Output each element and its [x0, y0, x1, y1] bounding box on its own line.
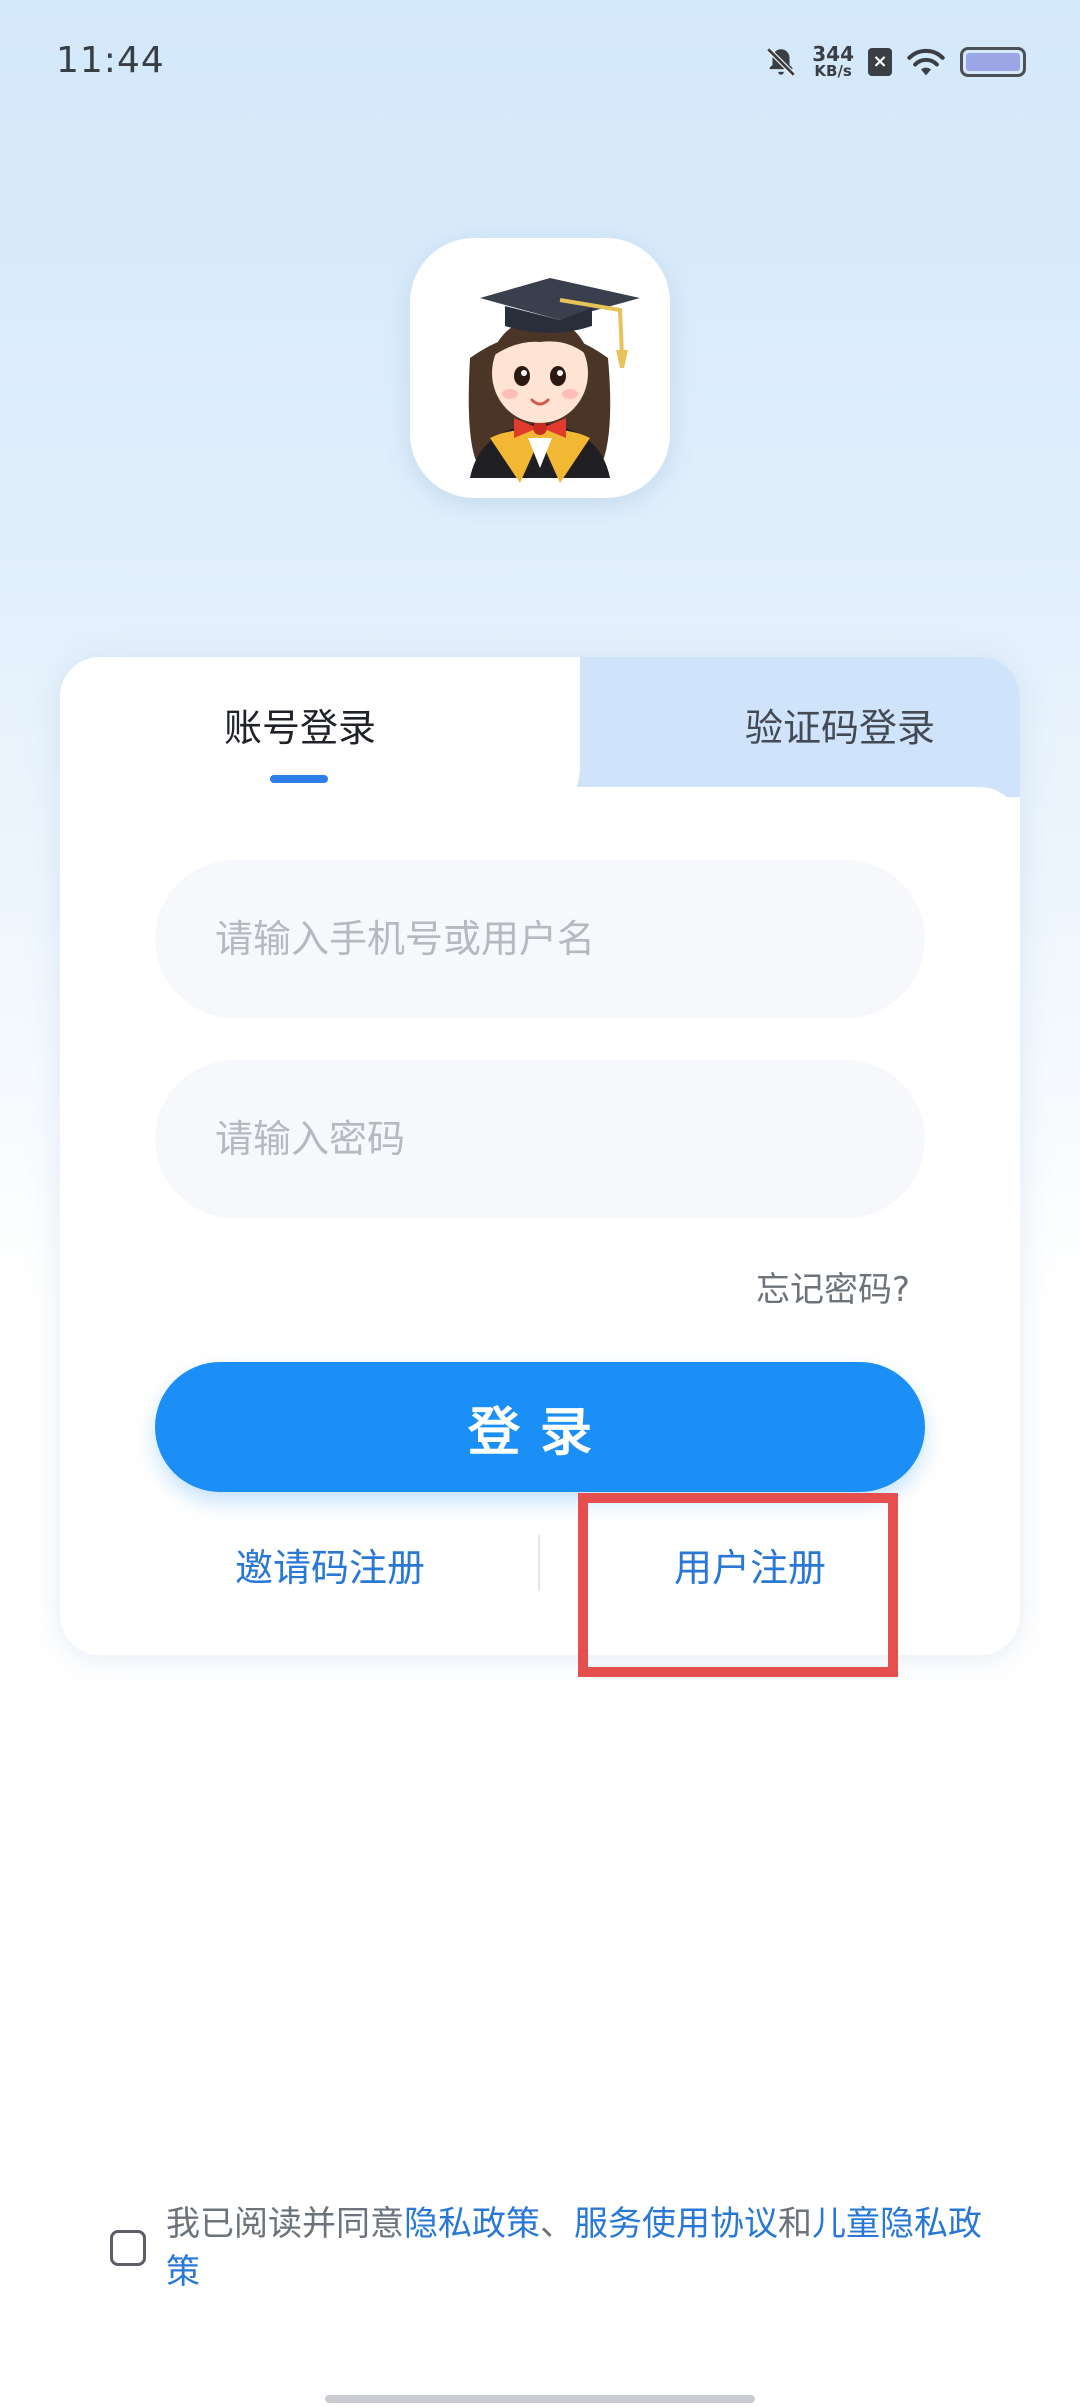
status-time: 11:44 [56, 40, 165, 81]
tab-code-login[interactable]: 验证码登录 [640, 697, 1040, 752]
login-button[interactable]: 登录 [155, 1362, 925, 1492]
app-logo [410, 238, 670, 498]
home-indicator[interactable] [325, 2395, 755, 2403]
register-divider [538, 1535, 540, 1591]
status-bar: 11:44 344 KB/s × [0, 0, 1080, 125]
password-input[interactable] [155, 1060, 925, 1218]
agreement-checkbox[interactable] [110, 2230, 146, 2266]
agreement-row: 我已阅读并同意隐私政策、服务使用协议和儿童隐私政策 [110, 2200, 990, 2296]
net-speed: 344 KB/s [812, 44, 854, 79]
service-agreement-link[interactable]: 服务使用协议 [574, 2204, 778, 2244]
graduate-girl-avatar [468, 278, 640, 483]
battery-icon [960, 46, 1026, 77]
net-speed-unit: KB/s [814, 62, 852, 80]
forgot-password-link[interactable]: 忘记密码? [756, 1262, 910, 1311]
wifi-icon [907, 48, 945, 75]
username-input[interactable] [155, 860, 925, 1018]
invite-code-register-link[interactable]: 邀请码注册 [160, 1537, 500, 1592]
sim-x-icon: × [868, 47, 892, 76]
agreement-prefix: 我已阅读并同意 [166, 2204, 404, 2244]
agreement-and: 和 [778, 2204, 812, 2244]
highlight-box [578, 1493, 898, 1677]
privacy-policy-link[interactable]: 隐私政策 [404, 2204, 540, 2244]
net-speed-value: 344 [812, 42, 854, 66]
bell-off-icon [766, 46, 796, 77]
tab-account-login[interactable]: 账号登录 [60, 697, 540, 752]
tab-active-indicator [270, 775, 328, 783]
status-icons: 344 KB/s × [764, 44, 1026, 79]
agreement-sep: 、 [540, 2204, 574, 2244]
agreement-text: 我已阅读并同意隐私政策、服务使用协议和儿童隐私政策 [166, 2200, 990, 2296]
